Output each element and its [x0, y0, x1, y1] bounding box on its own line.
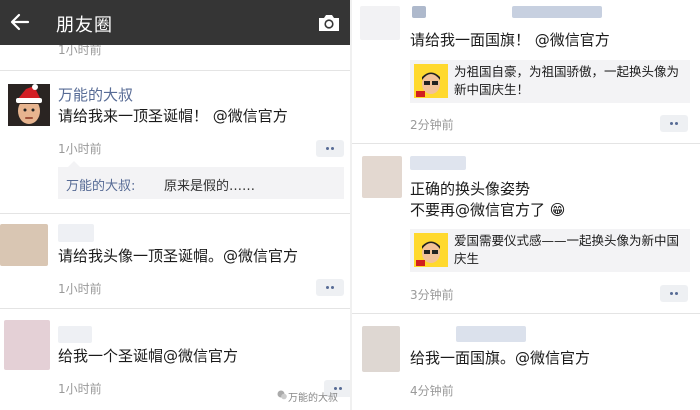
post-time: 1小时前 — [58, 382, 102, 396]
post-text: 请给我来一顶圣诞帽！ @微信官方 — [58, 107, 288, 125]
camera-icon[interactable] — [318, 13, 340, 32]
divider — [352, 313, 700, 314]
moments-feed-left: 1小时前 万能的大叔 请给我来一顶圣诞帽！ @微信官方 1小时前 万能的大叔: … — [0, 0, 350, 410]
back-arrow-icon[interactable] — [10, 12, 30, 32]
post-text: 请给我一面国旗！ @微信官方 — [410, 31, 610, 49]
more-icon[interactable] — [660, 115, 688, 132]
shared-link-card[interactable]: 为祖国自豪，为祖国骄傲，一起换头像为新中国庆生！ — [410, 60, 690, 103]
divider — [0, 70, 350, 71]
link-thumbnail — [414, 233, 448, 267]
post-time: 2分钟前 — [410, 118, 454, 132]
avatar[interactable] — [4, 320, 50, 370]
comment-box: 万能的大叔: 原来是假的…… — [58, 167, 344, 199]
page-title: 朋友圈 — [56, 15, 113, 36]
watermark-logo-icon — [277, 390, 287, 400]
post-author[interactable]: 万能的大叔 — [58, 84, 133, 105]
link-title: 为祖国自豪，为祖国骄傲，一起换头像为新中国庆生！ — [454, 64, 680, 97]
link-thumbnail — [414, 64, 448, 98]
navigation-bar: 朋友圈 — [0, 0, 350, 45]
divider — [0, 308, 350, 309]
post-text: 不要再@微信官方了 😁 — [410, 200, 565, 221]
avatar[interactable] — [8, 84, 50, 126]
post-author[interactable] — [456, 326, 526, 342]
post-text-line: 不要再@微信官方了 — [410, 201, 546, 219]
more-icon[interactable] — [316, 279, 344, 296]
emoji-grin-icon: 😁 — [549, 201, 566, 219]
post-text: 请给我头像一顶圣诞帽。@微信官方 — [58, 247, 299, 265]
post-time: 3分钟前 — [410, 288, 454, 302]
divider — [352, 143, 700, 144]
divider — [0, 213, 350, 214]
post-time: 4分钟前 — [410, 384, 454, 398]
post-author-blur — [512, 6, 602, 18]
link-title: 爱国需要仪式感——一起换头像为新中国庆生 — [454, 233, 680, 266]
avatar[interactable] — [362, 326, 400, 372]
post-author[interactable] — [412, 6, 426, 18]
post-text: 给我一个圣诞帽@微信官方 — [58, 347, 239, 365]
watermark: 万能的大叔 — [288, 393, 338, 404]
post-time: 1小时前 — [58, 142, 102, 156]
post-author[interactable] — [410, 156, 466, 170]
post-text: 给我一面国旗。@微信官方 — [410, 349, 591, 367]
more-icon[interactable] — [316, 140, 344, 157]
avatar[interactable] — [362, 156, 402, 198]
comment-text: 原来是假的…… — [164, 179, 256, 194]
shared-link-card[interactable]: 爱国需要仪式感——一起换头像为新中国庆生 — [410, 229, 690, 272]
more-icon[interactable] — [660, 285, 688, 302]
post-author[interactable] — [58, 224, 94, 242]
post-text: 正确的换头像姿势 — [410, 180, 531, 198]
post-time: 1小时前 — [58, 282, 102, 296]
avatar[interactable] — [360, 6, 400, 40]
avatar[interactable] — [0, 224, 48, 266]
post-author[interactable] — [58, 326, 92, 343]
comment-author[interactable]: 万能的大叔: — [66, 175, 135, 194]
